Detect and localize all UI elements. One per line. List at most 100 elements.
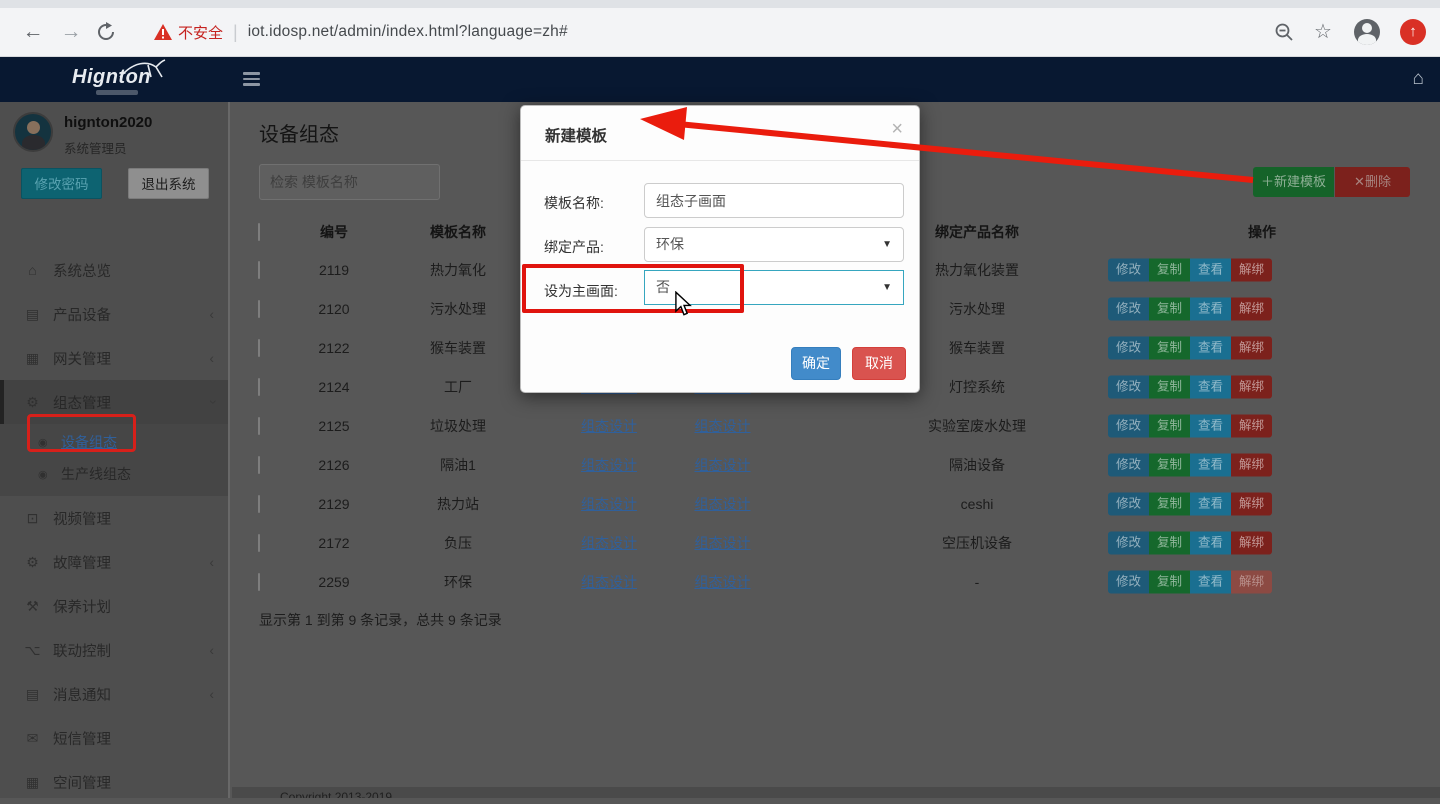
security-warning-icon[interactable] bbox=[154, 24, 172, 40]
browser-profile-avatar[interactable] bbox=[1354, 19, 1380, 45]
edit-button[interactable]: 修改 bbox=[1108, 531, 1149, 554]
address-bar-url[interactable]: iot.idosp.net/admin/index.html?language=… bbox=[248, 23, 568, 41]
sidebar-item-configuration-management[interactable]: ⚙ 组态管理 ‹ bbox=[0, 380, 228, 424]
unbind-button[interactable]: 解绑 bbox=[1231, 570, 1272, 593]
security-warning-label[interactable]: 不安全 bbox=[178, 22, 223, 43]
row-checkbox[interactable] bbox=[258, 534, 260, 552]
copy-button[interactable]: 复制 bbox=[1149, 492, 1190, 515]
monitor-icon: ⊡ bbox=[24, 510, 41, 527]
edit-button[interactable]: 修改 bbox=[1108, 414, 1149, 437]
edit-button[interactable]: 修改 bbox=[1108, 453, 1149, 476]
copy-button[interactable]: 复制 bbox=[1149, 531, 1190, 554]
zoom-out-icon[interactable] bbox=[1274, 22, 1294, 42]
unbind-button[interactable]: 解绑 bbox=[1231, 336, 1272, 359]
sidebar-item-space-management[interactable]: ▦ 空间管理 bbox=[0, 760, 228, 804]
sidebar-item-video-management[interactable]: ⊡ 视频管理 bbox=[0, 496, 228, 540]
edit-button[interactable]: 修改 bbox=[1108, 375, 1149, 398]
row-checkbox[interactable] bbox=[258, 456, 260, 474]
row-checkbox[interactable] bbox=[258, 339, 260, 357]
home-icon[interactable]: ⌂ bbox=[1413, 68, 1424, 90]
view-button[interactable]: 查看 bbox=[1190, 414, 1231, 437]
ok-button[interactable]: 确定 bbox=[791, 347, 841, 380]
copy-button[interactable]: 复制 bbox=[1149, 297, 1190, 320]
cancel-button[interactable]: 取消 bbox=[852, 347, 906, 380]
film-icon: ▦ bbox=[24, 774, 41, 791]
edit-button[interactable]: 修改 bbox=[1108, 297, 1149, 320]
row-checkbox[interactable] bbox=[258, 300, 260, 318]
design-link[interactable]: 组态设计 bbox=[695, 418, 751, 434]
unbind-button[interactable]: 解绑 bbox=[1231, 492, 1272, 515]
copy-button[interactable]: 复制 bbox=[1149, 570, 1190, 593]
view-button[interactable]: 查看 bbox=[1190, 258, 1231, 281]
unbind-button[interactable]: 解绑 bbox=[1231, 258, 1272, 281]
view-button[interactable]: 查看 bbox=[1190, 492, 1231, 515]
unbind-button[interactable]: 解绑 bbox=[1231, 414, 1272, 437]
design-link[interactable]: 组态设计 bbox=[581, 418, 637, 434]
sidebar-item-system-overview[interactable]: ⌂ 系统总览 bbox=[0, 248, 228, 292]
sidebar-item-sms-management[interactable]: ✉ 短信管理 bbox=[0, 716, 228, 760]
reload-icon[interactable] bbox=[96, 22, 116, 42]
copy-button[interactable]: 复制 bbox=[1149, 414, 1190, 437]
main-screen-select[interactable]: 否 ▼ bbox=[644, 270, 904, 305]
copy-button[interactable]: 复制 bbox=[1149, 453, 1190, 476]
design-link[interactable]: 组态设计 bbox=[581, 496, 637, 512]
row-checkbox[interactable] bbox=[258, 495, 260, 513]
sidebar-item-message-notification[interactable]: ▤ 消息通知 ‹ bbox=[0, 672, 228, 716]
sidebar-toggle-icon[interactable] bbox=[243, 72, 260, 89]
record-summary: 显示第 1 到第 9 条记录，总共 9 条记录 bbox=[259, 610, 502, 630]
sidebar-item-fault-management[interactable]: ⚙ 故障管理 ‹ bbox=[0, 540, 228, 584]
view-button[interactable]: 查看 bbox=[1190, 375, 1231, 398]
unbind-button[interactable]: 解绑 bbox=[1231, 453, 1272, 476]
close-icon[interactable]: × bbox=[891, 118, 903, 141]
change-password-button[interactable]: 修改密码 bbox=[21, 168, 102, 199]
design-link[interactable]: 组态设计 bbox=[695, 574, 751, 590]
sidebar-item-product-devices[interactable]: ▤ 产品设备 ‹ bbox=[0, 292, 228, 336]
copy-button[interactable]: 复制 bbox=[1149, 375, 1190, 398]
copy-button[interactable]: 复制 bbox=[1149, 258, 1190, 281]
row-checkbox[interactable] bbox=[258, 573, 260, 591]
bookmark-star-icon[interactable]: ☆ bbox=[1314, 22, 1334, 42]
edit-button[interactable]: 修改 bbox=[1108, 258, 1149, 281]
view-button[interactable]: 查看 bbox=[1190, 531, 1231, 554]
browser-update-icon[interactable]: ↑ bbox=[1400, 19, 1426, 45]
sidebar-item-production-line-configuration[interactable]: ◉ 生产线组态 bbox=[0, 458, 228, 490]
row-checkbox[interactable] bbox=[258, 417, 260, 435]
template-name-field[interactable] bbox=[644, 183, 904, 218]
delete-button[interactable]: ✕删除 bbox=[1335, 167, 1410, 197]
view-button[interactable]: 查看 bbox=[1190, 453, 1231, 476]
edit-button[interactable]: 修改 bbox=[1108, 570, 1149, 593]
copy-button[interactable]: 复制 bbox=[1149, 336, 1190, 359]
bind-product-select[interactable]: 环保 ▼ bbox=[644, 227, 904, 262]
logout-button[interactable]: 退出系统 bbox=[128, 168, 209, 199]
row-actions: 修改复制查看解绑 bbox=[1108, 531, 1248, 554]
circle-dot-icon: ◉ bbox=[38, 468, 52, 481]
search-input[interactable] bbox=[259, 164, 440, 200]
design-link[interactable]: 组态设计 bbox=[581, 535, 637, 551]
design-link[interactable]: 组态设计 bbox=[695, 457, 751, 473]
select-all-checkbox[interactable] bbox=[258, 223, 260, 241]
view-button[interactable]: 查看 bbox=[1190, 297, 1231, 320]
row-actions: 修改复制查看解绑 bbox=[1108, 297, 1248, 320]
new-template-button[interactable]: ＋新建模板 bbox=[1253, 167, 1334, 197]
sidebar-item-gateway-management[interactable]: ▦ 网关管理 ‹ bbox=[0, 336, 228, 380]
forward-icon[interactable]: → bbox=[52, 20, 90, 44]
unbind-button[interactable]: 解绑 bbox=[1231, 375, 1272, 398]
view-button[interactable]: 查看 bbox=[1190, 570, 1231, 593]
back-icon[interactable]: ← bbox=[14, 20, 52, 44]
sidebar-item-maintenance-plan[interactable]: ⚒ 保养计划 bbox=[0, 584, 228, 628]
row-checkbox[interactable] bbox=[258, 378, 260, 396]
view-button[interactable]: 查看 bbox=[1190, 336, 1231, 359]
edit-button[interactable]: 修改 bbox=[1108, 336, 1149, 359]
design-link[interactable]: 组态设计 bbox=[695, 535, 751, 551]
design-link[interactable]: 组态设计 bbox=[581, 574, 637, 590]
unbind-button[interactable]: 解绑 bbox=[1231, 297, 1272, 320]
design-link[interactable]: 组态设计 bbox=[695, 496, 751, 512]
edit-button[interactable]: 修改 bbox=[1108, 492, 1149, 515]
sidebar-item-linkage-control[interactable]: ⌥ 联动控制 ‹ bbox=[0, 628, 228, 672]
unbind-button[interactable]: 解绑 bbox=[1231, 531, 1272, 554]
user-avatar[interactable] bbox=[13, 112, 53, 152]
sidebar-item-device-configuration[interactable]: ◉ 设备组态 bbox=[0, 426, 228, 458]
row-checkbox[interactable] bbox=[258, 261, 260, 279]
design-link[interactable]: 组态设计 bbox=[581, 457, 637, 473]
circle-dot-icon: ◉ bbox=[38, 436, 52, 449]
